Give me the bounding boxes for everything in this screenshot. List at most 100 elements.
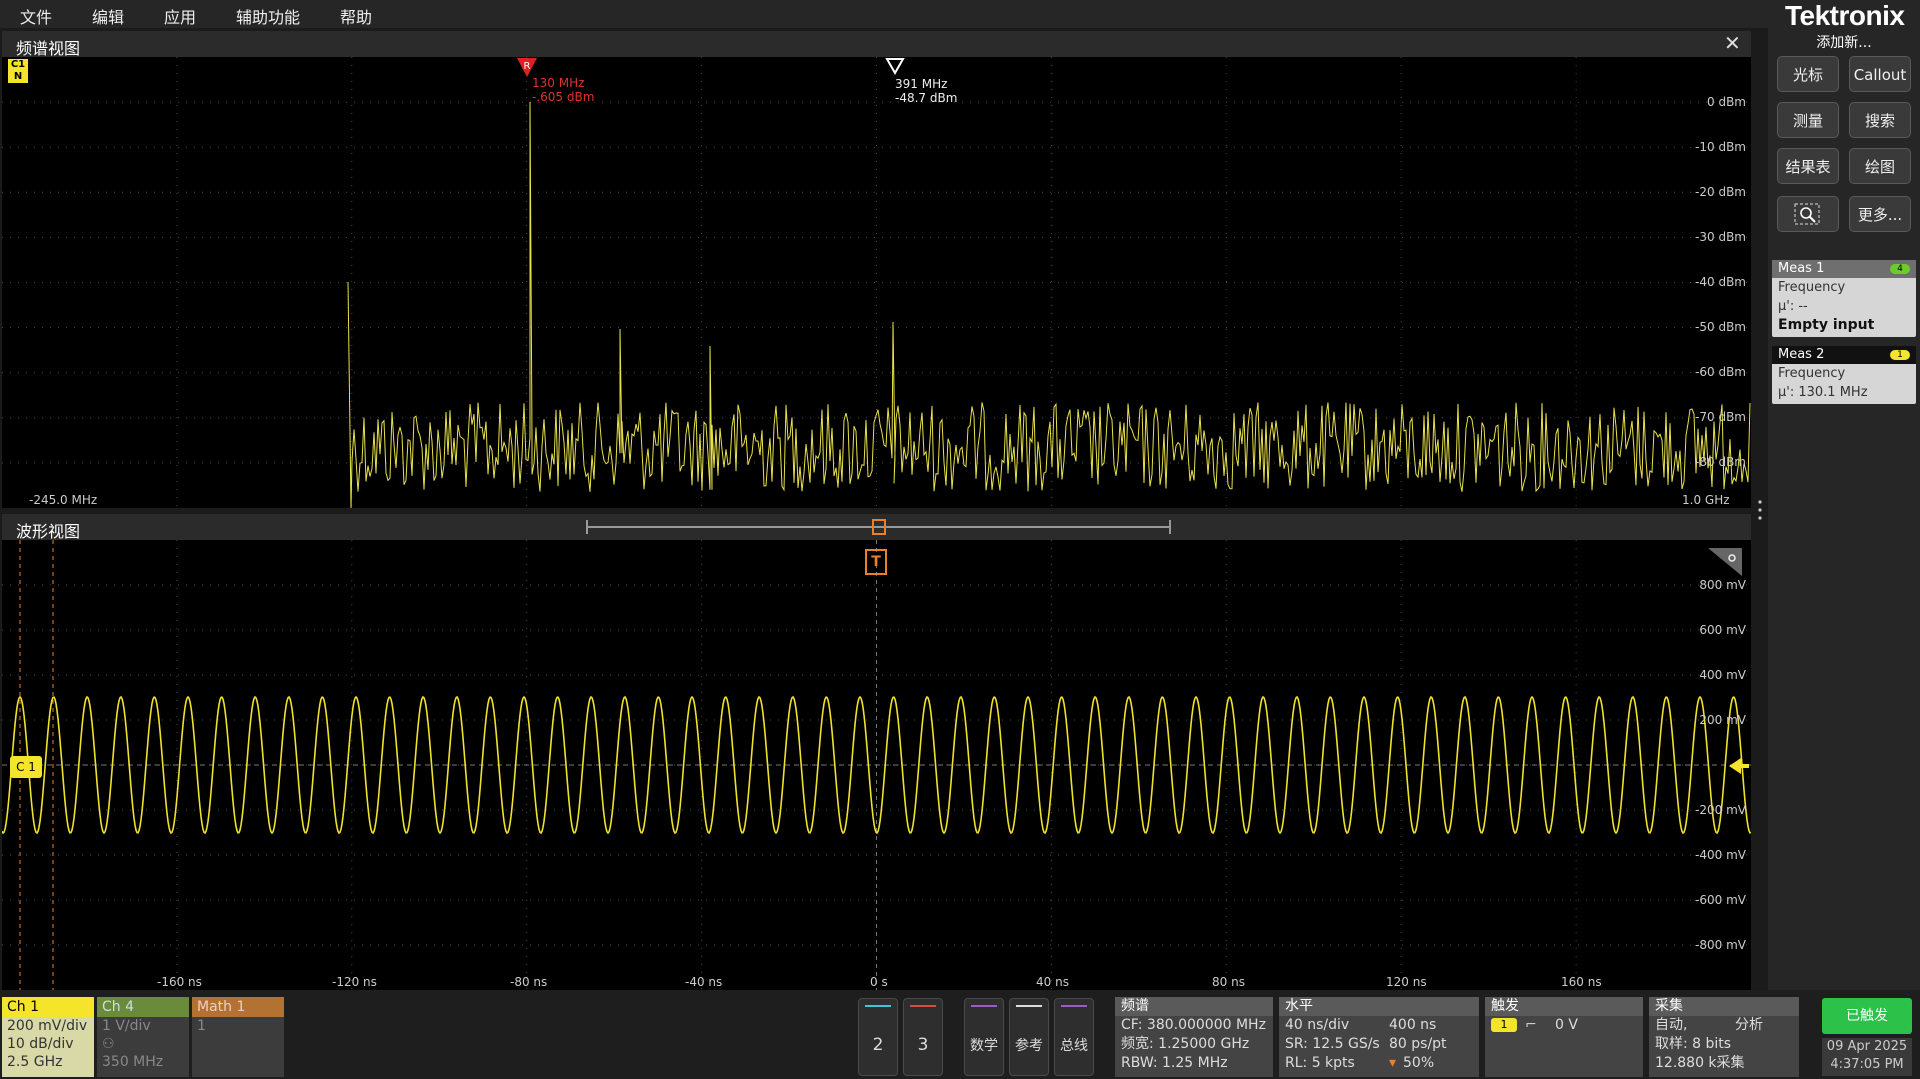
wave-x-label: -160 ns [157,975,202,989]
trigger-position-tag[interactable]: T [865,549,887,575]
acquisition-settings-badge[interactable]: 采集 自动, 分析 取样: 8 bits 12.880 k采集 [1649,997,1799,1077]
ch1-scale: 200 mV/div [7,1018,88,1034]
meas-2-value: μ': 130.1 MHz [1778,385,1868,400]
meas-1-badge[interactable]: Meas 1 4 Frequency μ': -- Empty input [1772,260,1916,337]
meas-1-value: μ': -- [1778,299,1808,314]
spectrum-rbw: RBW: 1.25 MHz [1121,1055,1228,1071]
search-button[interactable]: 搜索 [1849,102,1911,138]
time: 4:37:05 PM [1830,1057,1904,1072]
wave-x-label: -40 ns [685,975,723,989]
ch1-db-scale: 10 dB/div [7,1036,74,1052]
trigger-source: 1 [1491,1018,1517,1032]
wave-x-label: -120 ns [332,975,377,989]
record-overview-bar[interactable] [586,517,1172,537]
menu-help[interactable]: 帮助 [340,4,372,28]
zoom-corner-icon[interactable] [1708,548,1742,576]
acquisition-title: 采集 [1649,997,1799,1016]
marker-2-level: -48.7 dBm [895,91,958,105]
brand-logo: Tektronix [1785,0,1905,31]
spectrum-stop-freq: 1.0 GHz [1682,493,1730,507]
trigger-settings-badge[interactable]: 触发 1 ⌐ 0 V [1485,997,1643,1077]
spectrum-settings-badge[interactable]: 频谱 CF: 380.000000 MHz 频宽: 1.25000 GHz RB… [1115,997,1273,1077]
acquisition-mode: 自动, [1655,1017,1688,1033]
spectrum-plot[interactable]: C1 N R 130 MHz -.605 dBm 391 MHz -48.7 d… [2,57,1751,508]
wave-y-label: 600 mV [1699,623,1746,637]
menu-accessibility[interactable]: 辅助功能 [236,4,300,28]
splitter-handle[interactable] [1758,498,1762,526]
spectrum-start-freq: -245.0 MHz [29,493,98,507]
record-length: RL: 5 kpts [1285,1055,1355,1071]
spectrum-span: 频宽: 1.25000 GHz [1121,1036,1250,1052]
acquisition-analyze: 分析 [1735,1017,1763,1033]
add-ref-label: 参考 [1015,1038,1043,1054]
marker-ref-freq: 130 MHz [532,76,585,90]
menu-apps[interactable]: 应用 [164,4,196,28]
sample-rate: SR: 12.5 GS/s [1285,1036,1380,1052]
wave-x-label: 0 s [870,975,888,989]
ch4-badge[interactable]: Ch 4 1 V/div ⚇ 350 MHz [97,997,189,1077]
add-ch3-label: 3 [917,1035,929,1055]
spec-y-label: -40 dBm [1695,275,1746,289]
spec-y-label: -30 dBm [1695,230,1746,244]
horizontal-position: 50% [1403,1055,1435,1071]
acquisition-bits: 取样: 8 bits [1655,1036,1732,1052]
wave-x-label: 40 ns [1036,975,1069,989]
meas-1-note: Empty input [1778,317,1875,333]
waveform-plot[interactable]: C 1 T 800 mV 600 mV 400 mV 200 mV -200 m… [2,540,1751,990]
menu-file[interactable]: 文件 [20,4,52,28]
ch1-badge[interactable]: Ch 1 200 mV/div 10 dB/div 2.5 GHz [2,997,94,1077]
ch4-scale: 1 V/div [102,1018,151,1034]
plot-button[interactable]: 绘图 [1849,148,1911,184]
wave-y-label: 200 mV [1699,713,1746,727]
ch4-title: Ch 4 [97,997,189,1017]
trigger-level-arrow-icon[interactable] [1727,756,1749,776]
wave-x-label: 80 ns [1212,975,1245,989]
svg-text:R: R [524,61,531,72]
datetime: 09 Apr 2025 4:37:05 PM [1822,1038,1912,1076]
spec-y-label: -10 dBm [1695,140,1746,154]
add-bus-label: 总线 [1060,1038,1088,1054]
wave-y-label: -400 mV [1695,848,1746,862]
zoom-button[interactable] [1777,196,1839,232]
triggered-status-button[interactable]: 已触发 [1822,998,1912,1034]
callout-button[interactable]: Callout [1849,56,1911,92]
measure-button[interactable]: 测量 [1777,102,1839,138]
add-ch3-button[interactable]: 3 [903,998,943,1076]
meas-2-title: Meas 2 [1778,347,1825,362]
graticule [2,57,1751,508]
more-button[interactable]: 更多... [1849,196,1911,232]
cursors-button[interactable]: 光标 [1777,56,1839,92]
spec-y-label: -50 dBm [1695,320,1746,334]
ch4-bandwidth: 350 MHz [102,1054,164,1070]
meas-2-badge[interactable]: Meas 2 1 Frequency μ': 130.1 MHz [1772,346,1916,404]
trigger-title: 触发 [1485,997,1643,1016]
math1-source: 1 [197,1018,206,1034]
wave-y-label: -800 mV [1695,938,1746,952]
menu-edit[interactable]: 编辑 [92,4,124,28]
marker-2-icon[interactable] [885,57,905,77]
add-ch2-button[interactable]: 2 [858,998,898,1076]
wave-y-label: 800 mV [1699,578,1746,592]
add-ch2-label: 2 [872,1035,884,1055]
position-icon: ▾ [1389,1055,1397,1071]
results-table-button[interactable]: 结果表 [1777,148,1839,184]
add-math-button[interactable]: 数学 [964,998,1004,1076]
ch1-bandwidth: 2.5 GHz [7,1054,63,1070]
add-bus-button[interactable]: 总线 [1054,998,1094,1076]
math1-title: Math 1 [192,997,284,1017]
spectrum-channel-tag[interactable]: C1 N [8,59,28,83]
close-icon[interactable]: ✕ [1724,31,1741,55]
marker-2-readout: 391 MHz -48.7 dBm [895,77,957,105]
horizontal-settings-badge[interactable]: 水平 40 ns/div 400 ns SR: 12.5 GS/s 80 ps/pt… [1279,997,1479,1077]
add-new-label: 添加新... [1816,35,1872,51]
marker-2-freq: 391 MHz [895,77,948,91]
math1-badge[interactable]: Math 1 1 [192,997,284,1077]
add-ref-button[interactable]: 参考 [1009,998,1049,1076]
zoom-box-icon [1794,203,1820,225]
ch1-title: Ch 1 [2,997,94,1017]
wave-x-label: 160 ns [1561,975,1602,989]
rising-edge-icon: ⌐ [1525,1017,1537,1033]
channel-1-offset-tag[interactable]: C 1 [10,756,42,778]
horizontal-scale: 40 ns/div [1285,1017,1350,1033]
add-math-label: 数学 [970,1038,998,1054]
